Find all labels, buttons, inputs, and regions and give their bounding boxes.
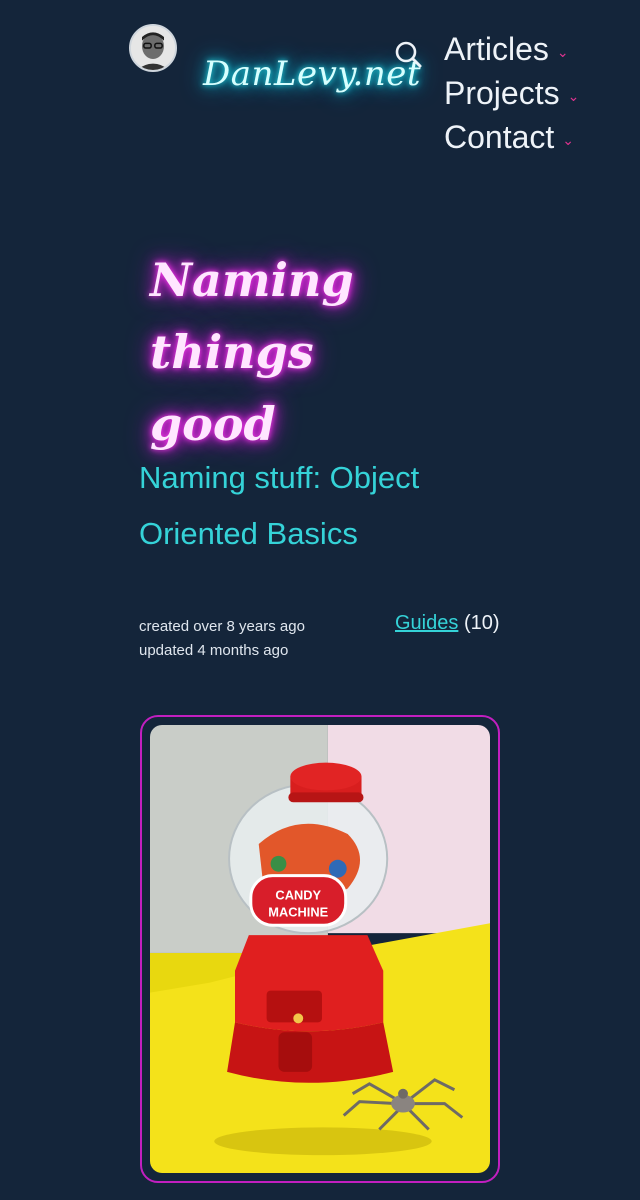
post-subtitle-line-1: Naming stuff: Object: [139, 460, 420, 495]
post-title: Naming things good: [150, 244, 450, 460]
post-meta: created over 8 years ago updated 4 month…: [139, 615, 305, 663]
nav-item-label: Contact: [444, 119, 555, 155]
nav-item-label: Articles: [444, 31, 549, 67]
chevron-down-icon: ⌄: [562, 131, 575, 148]
nav-item-contact[interactable]: Contact ⌄: [444, 116, 579, 160]
nav-item-label: Projects: [444, 75, 560, 111]
hero-image: CANDY MACHINE: [140, 715, 500, 1183]
candy-machine-image: CANDY MACHINE: [150, 725, 490, 1173]
updated-date: updated 4 months ago: [139, 642, 289, 659]
nav-item-projects[interactable]: Projects ⌄: [444, 72, 579, 116]
search-icon[interactable]: [393, 39, 423, 69]
post-title-line-1: Naming: [150, 253, 354, 307]
main-nav: Articles ⌄ Projects ⌄ Contact ⌄: [444, 28, 579, 160]
chevron-down-icon: ⌄: [567, 87, 580, 104]
image-label-line-1: CANDY: [275, 887, 321, 902]
avatar[interactable]: [129, 24, 177, 72]
category-count: (10): [463, 612, 500, 634]
chevron-down-icon: ⌄: [556, 43, 569, 60]
avatar-image: [131, 26, 175, 70]
nav-item-articles[interactable]: Articles ⌄: [444, 28, 579, 72]
site-logo[interactable]: DanLevy.net: [203, 54, 421, 94]
category-tag: Guides (10): [395, 612, 500, 635]
category-link[interactable]: Guides: [395, 612, 458, 634]
created-date: created over 8 years ago: [139, 618, 305, 635]
image-label-line-2: MACHINE: [268, 904, 328, 919]
post-subtitle: Naming stuff: Object Oriented Basics: [139, 450, 499, 562]
post-title-line-2: things good: [150, 325, 314, 451]
post-subtitle-line-2: Oriented Basics: [139, 516, 358, 551]
